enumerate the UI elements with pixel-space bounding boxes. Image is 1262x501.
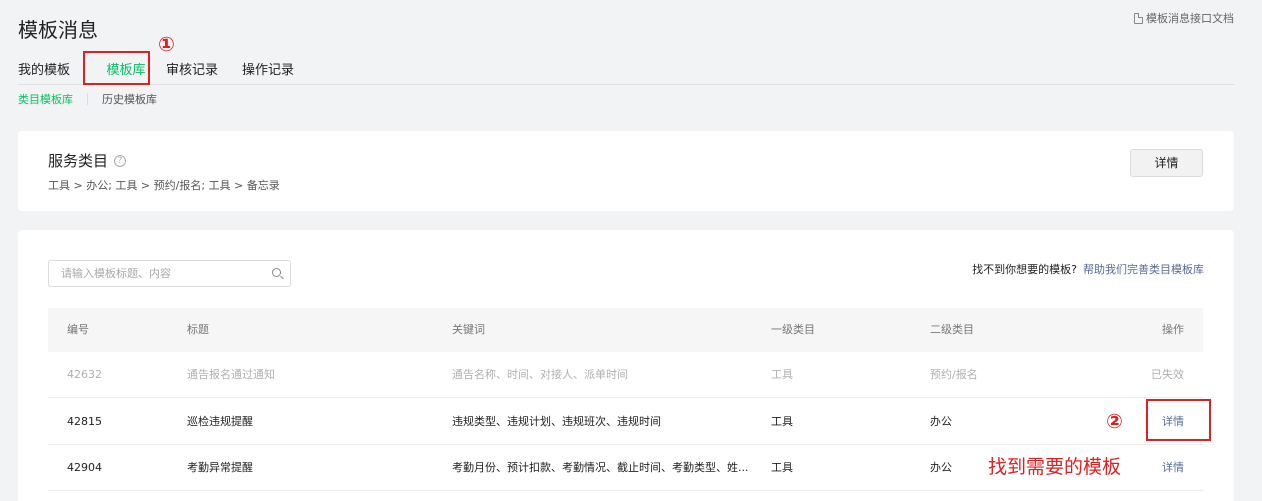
service-category-title: 服务类目 ? — [48, 150, 127, 171]
row-title: 考勤异常提醒 — [187, 461, 253, 474]
row-keywords: 违规类型、违规计划、违规班次、违规时间 — [452, 415, 661, 428]
doc-link-label: 模板消息接口文档 — [1146, 12, 1234, 25]
header-level2: 二级类目 — [930, 323, 974, 336]
row-keywords: 通告名称、时间、对接人、派单时间 — [452, 368, 628, 381]
service-category-path: 工具 > 办公; 工具 > 预约/报名; 工具 > 备忘录 — [48, 179, 280, 192]
row-id: 42632 — [67, 368, 102, 381]
annotation-hint: 找到需要的模板 — [988, 456, 1122, 478]
header-level1: 一级类目 — [771, 323, 815, 336]
table-row: 42815 巡检违规提醒 违规类型、违规计划、违规班次、违规时间 工具 办公 详… — [48, 399, 1203, 445]
feedback: 找不到你想要的模板? 帮助我们完善类目模板库 — [972, 261, 1204, 277]
row-level1: 工具 — [771, 415, 793, 428]
page-header: 模板消息 模板消息接口文档 我的模板 模板库 审核记录 操作记录 类目模板库 历… — [0, 0, 1262, 115]
document-icon — [1134, 12, 1143, 24]
annotation-box-step2 — [1146, 399, 1211, 441]
row-level2: 办公 — [930, 461, 952, 474]
tab-review-records[interactable]: 审核记录 — [164, 60, 242, 82]
tab-operation-records[interactable]: 操作记录 — [242, 60, 322, 82]
search-box — [48, 260, 291, 287]
subtab-history-library[interactable]: 历史模板库 — [102, 91, 157, 107]
header-keywords: 关键词 — [452, 323, 485, 336]
row-level2: 预约/报名 — [930, 368, 978, 381]
row-keywords: 考勤月份、预计扣款、考勤情况、截止时间、考勤类型、姓... — [452, 461, 749, 474]
annotation-step1: ① — [158, 32, 175, 56]
page-title: 模板消息 — [18, 18, 98, 42]
subtab-divider — [87, 93, 88, 105]
header-title: 标题 — [187, 323, 209, 336]
search-icon[interactable] — [272, 268, 281, 277]
row-level1: 工具 — [771, 461, 793, 474]
feedback-link[interactable]: 帮助我们完善类目模板库 — [1083, 263, 1204, 276]
header-action: 操作 — [1162, 323, 1184, 336]
tab-my-templates[interactable]: 我的模板 — [18, 60, 88, 82]
doc-link[interactable]: 模板消息接口文档 — [1134, 10, 1234, 26]
subtab-category-library[interactable]: 类目模板库 — [18, 91, 73, 107]
tabs-divider — [18, 84, 1235, 85]
annotation-step2: ② — [1106, 409, 1123, 433]
row-status-expired: 已失效 — [1151, 368, 1184, 381]
row-title: 巡检违规提醒 — [187, 415, 253, 428]
sub-tabs: 类目模板库 历史模板库 — [18, 91, 157, 107]
service-detail-button[interactable]: 详情 — [1130, 149, 1203, 177]
main-tabs: 我的模板 模板库 审核记录 操作记录 — [18, 60, 322, 82]
row-id: 42815 — [67, 415, 102, 428]
row-title: 通告报名通过通知 — [187, 368, 275, 381]
table-header: 编号 标题 关键词 一级类目 二级类目 操作 — [48, 308, 1203, 352]
annotation-box-step1 — [83, 51, 150, 85]
service-category-card: 服务类目 ? 工具 > 办公; 工具 > 预约/报名; 工具 > 备忘录 详情 — [18, 131, 1234, 211]
header-id: 编号 — [67, 323, 89, 336]
search-input[interactable] — [61, 261, 261, 286]
service-category-label: 服务类目 — [48, 152, 109, 170]
help-icon[interactable]: ? — [114, 154, 127, 167]
row-detail-link[interactable]: 详情 — [1162, 445, 1184, 491]
table-row: 42632 通告报名通过通知 通告名称、时间、对接人、派单时间 工具 预约/报名… — [48, 352, 1203, 398]
row-level2: 办公 — [930, 415, 952, 428]
row-id: 42904 — [67, 461, 102, 474]
feedback-text: 找不到你想要的模板? — [972, 263, 1077, 276]
row-level1: 工具 — [771, 368, 793, 381]
